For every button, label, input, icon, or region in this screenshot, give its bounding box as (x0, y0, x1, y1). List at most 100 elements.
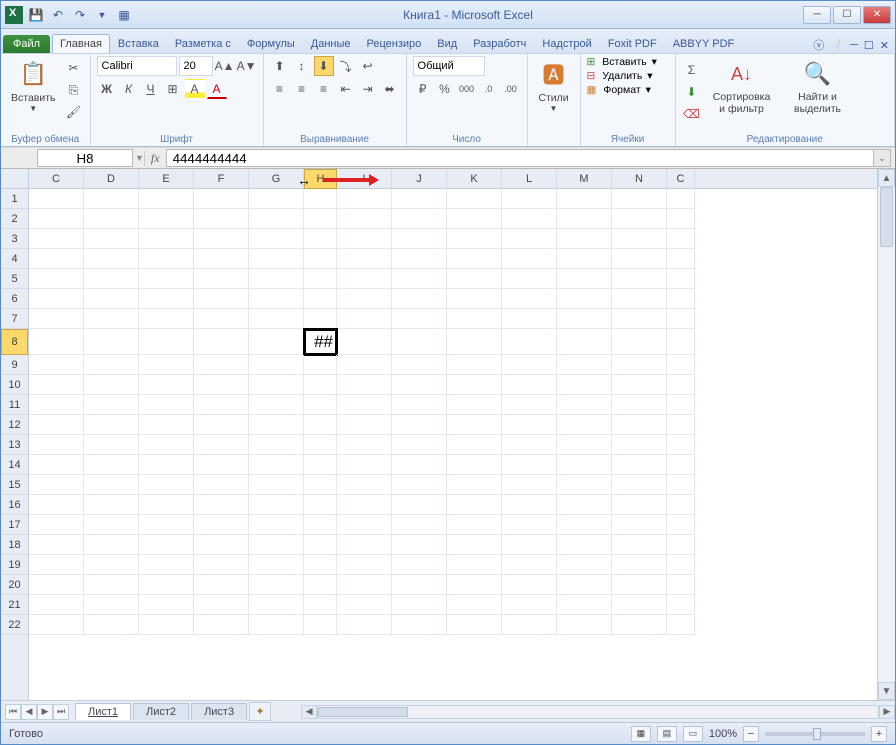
cell[interactable] (249, 289, 304, 309)
column-header-M[interactable]: M (557, 169, 612, 188)
row-header-14[interactable]: 14 (1, 455, 28, 475)
cell[interactable] (194, 209, 249, 229)
cell[interactable] (612, 289, 667, 309)
cell[interactable] (667, 475, 695, 495)
font-name-select[interactable] (97, 56, 177, 76)
cell[interactable] (194, 535, 249, 555)
row-header-8[interactable]: 8 (1, 329, 28, 355)
page-layout-view-icon[interactable]: ▤ (657, 726, 677, 742)
cell[interactable] (392, 229, 447, 249)
cell[interactable] (337, 249, 392, 269)
maximize-button[interactable]: ☐ (833, 6, 861, 24)
cell[interactable] (249, 395, 304, 415)
scroll-thumb[interactable] (880, 187, 893, 247)
cell[interactable] (84, 189, 139, 209)
cell[interactable] (392, 355, 447, 375)
scroll-right-icon[interactable]: ▶ (879, 705, 895, 719)
fill-icon[interactable]: ⬇ (682, 82, 702, 102)
cell[interactable] (194, 189, 249, 209)
cell[interactable] (304, 575, 337, 595)
styles-button[interactable]: 🅰 Стили ▼ (534, 56, 574, 115)
cell[interactable] (502, 355, 557, 375)
cell[interactable] (557, 229, 612, 249)
row-header-22[interactable]: 22 (1, 615, 28, 635)
number-format-select[interactable] (413, 56, 485, 76)
cell[interactable] (337, 355, 392, 375)
cell[interactable] (194, 475, 249, 495)
cell[interactable] (249, 435, 304, 455)
worksheet-grid[interactable]: 12345678910111213141516171819202122 CDEF… (1, 169, 895, 700)
cell[interactable] (84, 329, 139, 355)
cell[interactable] (502, 475, 557, 495)
tab-first-icon[interactable]: ⏮ (5, 704, 21, 720)
cell[interactable] (29, 269, 84, 289)
cell[interactable] (84, 475, 139, 495)
format-cells-button[interactable]: ▦ Формат ▾ (587, 84, 651, 96)
cell[interactable] (392, 455, 447, 475)
cell[interactable] (304, 355, 337, 375)
cell[interactable] (304, 595, 337, 615)
cell[interactable] (612, 415, 667, 435)
cell[interactable] (502, 309, 557, 329)
row-header-18[interactable]: 18 (1, 535, 28, 555)
cell[interactable] (392, 575, 447, 595)
cell[interactable] (392, 375, 447, 395)
comma-icon[interactable]: 000 (457, 79, 477, 99)
row-header-9[interactable]: 9 (1, 355, 28, 375)
formula-input[interactable] (166, 149, 873, 167)
cell[interactable] (667, 555, 695, 575)
cell[interactable] (502, 209, 557, 229)
cell[interactable] (667, 535, 695, 555)
cell[interactable] (304, 209, 337, 229)
cell[interactable] (304, 189, 337, 209)
cell[interactable] (392, 249, 447, 269)
cell[interactable] (447, 435, 502, 455)
cell[interactable] (304, 475, 337, 495)
align-bottom-icon[interactable]: ⬇ (314, 56, 334, 76)
cell[interactable] (249, 555, 304, 575)
cell[interactable] (194, 375, 249, 395)
cell[interactable] (84, 495, 139, 515)
cell[interactable] (29, 329, 84, 355)
cell[interactable] (667, 595, 695, 615)
cell[interactable] (194, 329, 249, 355)
cell[interactable] (502, 269, 557, 289)
cell[interactable] (667, 269, 695, 289)
cell[interactable] (84, 415, 139, 435)
cell[interactable] (337, 395, 392, 415)
cell[interactable] (447, 229, 502, 249)
cell[interactable] (29, 355, 84, 375)
cell[interactable] (557, 435, 612, 455)
cell[interactable] (29, 189, 84, 209)
cell[interactable] (612, 455, 667, 475)
align-left-icon[interactable]: ≡ (270, 79, 290, 99)
select-all-corner[interactable] (1, 169, 28, 189)
cell[interactable] (557, 515, 612, 535)
cell[interactable] (194, 615, 249, 635)
cell[interactable] (337, 575, 392, 595)
doc-close-icon[interactable]: ✕ (880, 39, 889, 52)
cell[interactable] (392, 495, 447, 515)
cell[interactable] (612, 189, 667, 209)
cell[interactable] (249, 355, 304, 375)
row-header-10[interactable]: 10 (1, 375, 28, 395)
cell[interactable] (29, 249, 84, 269)
cell[interactable] (304, 415, 337, 435)
cell[interactable] (392, 435, 447, 455)
cell[interactable] (139, 189, 194, 209)
cell[interactable] (447, 615, 502, 635)
tab-review[interactable]: Рецензиро (359, 34, 430, 53)
column-header-E[interactable]: E (139, 169, 194, 188)
fill-color-icon[interactable]: A (185, 79, 205, 99)
cell[interactable] (304, 615, 337, 635)
column-header-D[interactable]: D (84, 169, 139, 188)
row-header-13[interactable]: 13 (1, 435, 28, 455)
cell[interactable] (304, 515, 337, 535)
cell[interactable] (84, 209, 139, 229)
cell[interactable] (337, 229, 392, 249)
cell[interactable] (502, 615, 557, 635)
cell[interactable] (557, 329, 612, 355)
cell[interactable] (502, 189, 557, 209)
cell[interactable] (447, 495, 502, 515)
cell[interactable] (194, 435, 249, 455)
